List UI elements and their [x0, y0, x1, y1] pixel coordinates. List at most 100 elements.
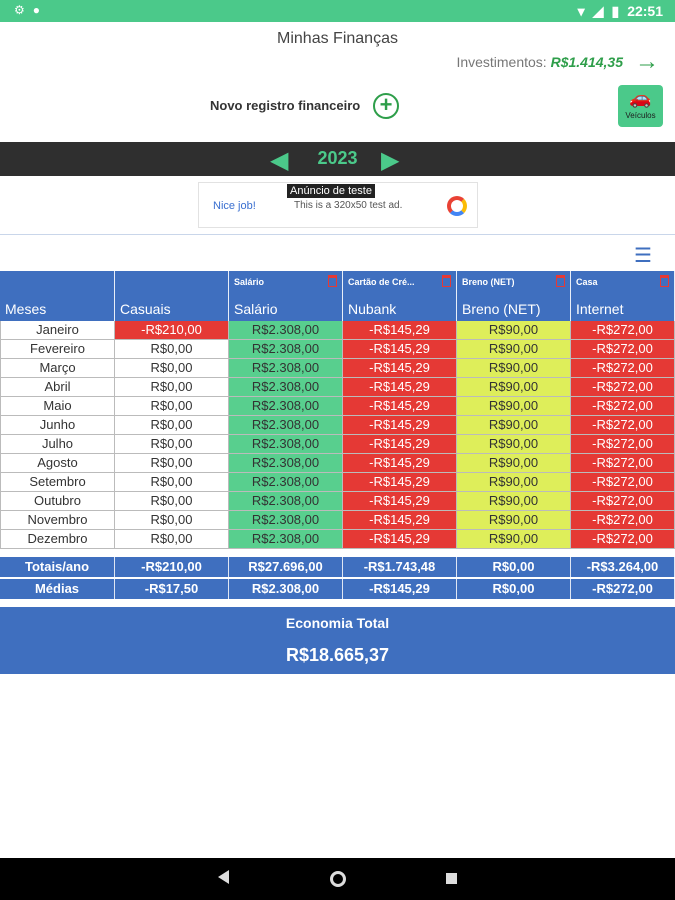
value-cell[interactable]: R$0,00: [115, 378, 229, 397]
value-cell[interactable]: -R$145,29: [343, 492, 457, 511]
column-header-casuais[interactable]: Casuais: [115, 271, 229, 321]
value-cell[interactable]: R$2.308,00: [229, 492, 343, 511]
value-cell[interactable]: -R$272,00: [571, 359, 675, 378]
column-header-internet[interactable]: Casa Internet: [571, 271, 675, 321]
value-cell[interactable]: R$90,00: [457, 340, 571, 359]
value-cell[interactable]: R$0,00: [115, 416, 229, 435]
value-cell[interactable]: R$2.308,00: [229, 340, 343, 359]
value-cell[interactable]: R$2.308,00: [229, 359, 343, 378]
add-record-button[interactable]: +: [373, 93, 399, 119]
value-cell[interactable]: R$90,00: [457, 359, 571, 378]
value-cell[interactable]: R$0,00: [115, 359, 229, 378]
value-cell[interactable]: R$0,00: [115, 492, 229, 511]
month-cell: Março: [0, 359, 115, 378]
investments-summary[interactable]: Investimentos: R$1.414,35: [456, 54, 623, 70]
month-cell: Janeiro: [0, 321, 115, 340]
value-cell[interactable]: -R$145,29: [343, 435, 457, 454]
value-cell[interactable]: R$90,00: [457, 511, 571, 530]
averages-cell: -R$145,29: [343, 579, 457, 599]
value-cell[interactable]: -R$145,29: [343, 454, 457, 473]
value-cell[interactable]: R$90,00: [457, 492, 571, 511]
value-cell[interactable]: R$2.308,00: [229, 416, 343, 435]
value-cell[interactable]: -R$145,29: [343, 378, 457, 397]
value-cell[interactable]: R$2.308,00: [229, 378, 343, 397]
value-cell[interactable]: R$90,00: [457, 435, 571, 454]
value-cell[interactable]: -R$145,29: [343, 416, 457, 435]
averages-cell: R$2.308,00: [229, 579, 343, 599]
value-cell[interactable]: -R$272,00: [571, 416, 675, 435]
value-cell[interactable]: -R$145,29: [343, 511, 457, 530]
value-cell[interactable]: -R$272,00: [571, 511, 675, 530]
value-cell[interactable]: -R$145,29: [343, 340, 457, 359]
table-row: Outubro R$0,00 R$2.308,00 -R$145,29 R$90,00-…: [0, 492, 675, 511]
value-cell[interactable]: R$2.308,00: [229, 530, 343, 549]
navigation-bar: [0, 858, 675, 900]
value-cell[interactable]: -R$272,00: [571, 530, 675, 549]
totals-cell: -R$3.264,00: [571, 557, 675, 577]
month-cell: Outubro: [0, 492, 115, 511]
month-cell: Julho: [0, 435, 115, 454]
value-cell[interactable]: R$0,00: [115, 397, 229, 416]
table-row: Agosto R$0,00 R$2.308,00 -R$145,29 R$90,00 -R…: [0, 454, 675, 473]
value-cell[interactable]: R$90,00: [457, 473, 571, 492]
value-cell[interactable]: -R$210,00: [115, 321, 229, 340]
value-cell[interactable]: R$0,00: [115, 435, 229, 454]
value-cell[interactable]: R$2.308,00: [229, 321, 343, 340]
value-cell[interactable]: R$2.308,00: [229, 435, 343, 454]
value-cell[interactable]: R$90,00: [457, 416, 571, 435]
value-cell[interactable]: R$90,00: [457, 378, 571, 397]
finance-table: Meses Casuais Salário Salário Cartão de …: [0, 271, 675, 599]
value-cell[interactable]: -R$272,00: [571, 492, 675, 511]
trash-icon[interactable]: [442, 275, 451, 287]
column-category: Cartão de Cré...: [348, 277, 415, 287]
column-header-salario[interactable]: Salário Salário: [229, 271, 343, 321]
edit-list-icon[interactable]: ☰: [634, 243, 652, 268]
totals-row: Totais/ano -R$210,00 R$27.696,00 -R$1.74…: [0, 557, 675, 577]
value-cell[interactable]: R$2.308,00: [229, 473, 343, 492]
column-header-breno-net[interactable]: Breno (NET) Breno (NET): [457, 271, 571, 321]
value-cell[interactable]: -R$272,00: [571, 473, 675, 492]
home-icon[interactable]: [330, 871, 346, 887]
value-cell[interactable]: -R$272,00: [571, 435, 675, 454]
month-cell: Abril: [0, 378, 115, 397]
recent-apps-icon[interactable]: [446, 873, 457, 884]
vehicles-button[interactable]: 🚗 Veículos: [618, 85, 663, 127]
value-cell[interactable]: -R$272,00: [571, 340, 675, 359]
value-cell[interactable]: -R$272,00: [571, 397, 675, 416]
value-cell[interactable]: R$0,00: [115, 530, 229, 549]
value-cell[interactable]: -R$272,00: [571, 321, 675, 340]
value-cell[interactable]: R$2.308,00: [229, 397, 343, 416]
value-cell[interactable]: R$0,00: [115, 511, 229, 530]
value-cell[interactable]: R$90,00: [457, 454, 571, 473]
value-cell[interactable]: -R$272,00: [571, 378, 675, 397]
value-cell[interactable]: R$90,00: [457, 321, 571, 340]
value-cell[interactable]: -R$145,29: [343, 397, 457, 416]
wifi-icon: ▾: [577, 3, 585, 19]
column-label: Internet: [576, 301, 624, 317]
back-icon[interactable]: [218, 870, 229, 884]
column-category: Casa: [576, 277, 598, 287]
value-cell[interactable]: R$90,00: [457, 397, 571, 416]
status-time: 22:51: [627, 3, 663, 19]
table-row: Março R$0,00 R$2.308,00 -R$145,29 R$90,00 -R$…: [0, 359, 675, 378]
status-bar: ⚙ ● ▾ ◢ ▮ 22:51: [0, 0, 675, 22]
column-header-nubank[interactable]: Cartão de Cré... Nubank: [343, 271, 457, 321]
column-header-months: Meses: [0, 271, 115, 321]
averages-cell: -R$17,50: [115, 579, 229, 599]
value-cell[interactable]: R$0,00: [115, 454, 229, 473]
value-cell[interactable]: R$2.308,00: [229, 454, 343, 473]
trash-icon[interactable]: [660, 275, 669, 287]
value-cell[interactable]: -R$145,29: [343, 321, 457, 340]
value-cell[interactable]: R$0,00: [115, 473, 229, 492]
value-cell[interactable]: -R$272,00: [571, 454, 675, 473]
value-cell[interactable]: R$2.308,00: [229, 511, 343, 530]
value-cell[interactable]: R$0,00: [115, 340, 229, 359]
trash-icon[interactable]: [556, 275, 565, 287]
next-year-button[interactable]: ▶: [381, 146, 399, 175]
value-cell[interactable]: -R$145,29: [343, 530, 457, 549]
trash-icon[interactable]: [328, 275, 337, 287]
value-cell[interactable]: -R$145,29: [343, 473, 457, 492]
arrow-right-icon[interactable]: →: [635, 48, 659, 76]
value-cell[interactable]: -R$145,29: [343, 359, 457, 378]
value-cell[interactable]: R$90,00: [457, 530, 571, 549]
